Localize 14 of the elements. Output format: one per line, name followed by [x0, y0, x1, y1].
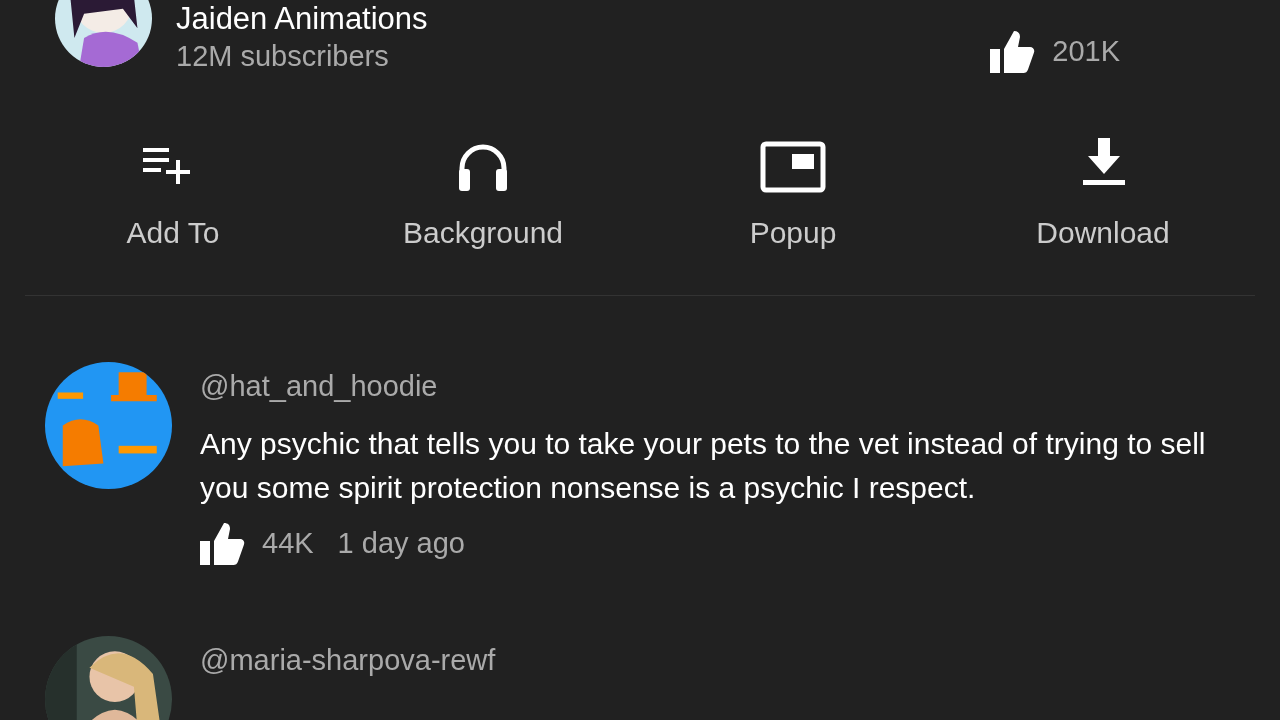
action-button[interactable]: Download	[948, 134, 1258, 255]
thumbs-up-icon[interactable]	[200, 522, 246, 565]
like-count: 201K	[1052, 34, 1120, 70]
thumbs-up-icon[interactable]	[990, 31, 1037, 73]
channel-name[interactable]: Jaiden Animations	[176, 0, 428, 38]
action-button[interactable]: Add To	[18, 134, 328, 255]
comment-time: 1 day ago	[337, 526, 465, 561]
action-button[interactable]: Background	[328, 134, 638, 255]
comment-text: Any psychic that tells you to take your pets to the vet instead of trying to sell you some spirit protection nonsense is a psychic I respect.	[200, 426, 1207, 506]
like-count: 44K	[262, 526, 314, 561]
comment-author[interactable]: @maria-sharpova-rewf	[200, 641, 1250, 678]
comment-author[interactable]: @hat_and_hoodie	[200, 368, 1250, 404]
action-button[interactable]: Popup	[638, 134, 948, 255]
subscriber-count: 12M subscribers	[176, 39, 390, 74]
